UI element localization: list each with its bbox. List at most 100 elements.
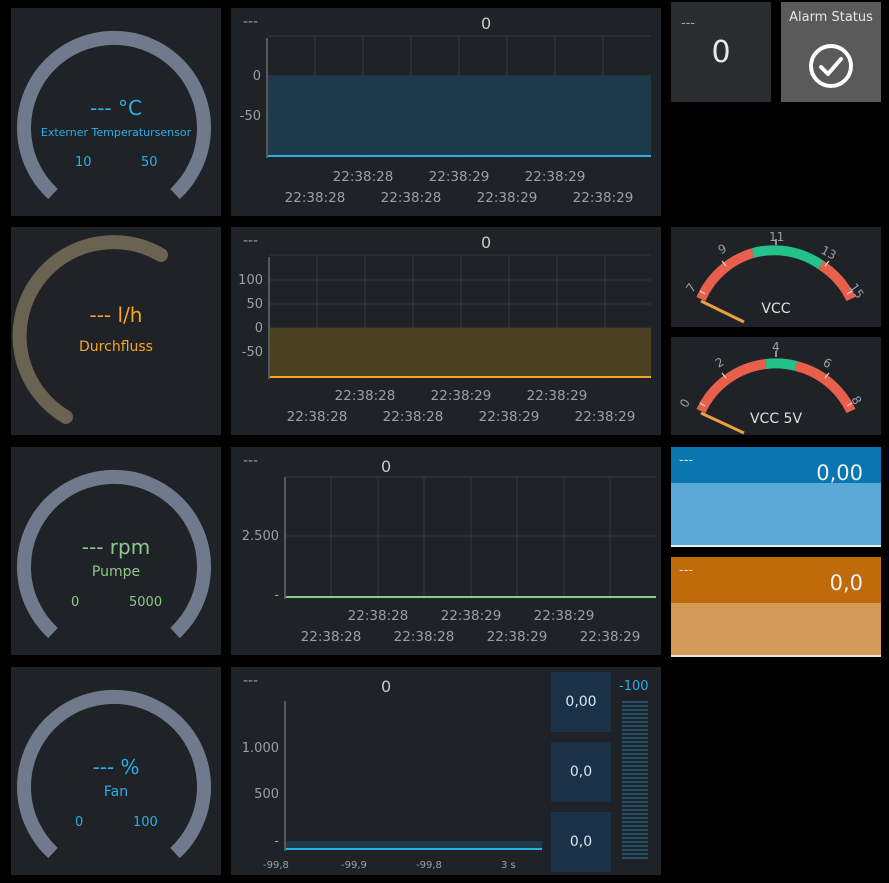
bar-meter-segment — [622, 761, 648, 763]
gauge-temperature-label: Externer Temperatursensor — [40, 126, 192, 139]
bar-meter-segment — [622, 817, 648, 819]
gauge-temperature-max: 50 — [141, 155, 158, 170]
arc-gauge-vcc5v: 0 2 4 6 8 VCC 5V — [671, 337, 881, 435]
gauge-pump-min: 0 — [71, 595, 80, 610]
chart-pump-time: 22:38:29 — [534, 608, 595, 624]
bar-meter-segment — [622, 709, 648, 711]
chart-temperature-ytick: -50 — [240, 109, 261, 124]
bar-meter-segment — [622, 713, 648, 715]
chart-fan-ytick: - — [274, 834, 279, 849]
chart-flow-ytick: -50 — [242, 345, 263, 360]
level-tile-blue-title: --- — [679, 453, 694, 468]
bar-meter-segment — [622, 705, 648, 707]
gauge-pump-label: Pumpe — [91, 564, 141, 580]
chart-fan-stat: -99,8 — [263, 860, 289, 871]
chart-pump-time: 22:38:29 — [487, 629, 548, 645]
bar-meter-segment — [622, 849, 648, 851]
bar-meter-segment — [622, 701, 648, 703]
chart-pump-ytick: - — [274, 588, 279, 603]
chart-flow-title: --- — [243, 233, 259, 249]
bar-meter-segment — [622, 797, 648, 799]
gauge-temperature: --- °C Externer Temperatursensor 10 50 — [11, 8, 221, 216]
chart-pump-title: --- — [243, 453, 259, 469]
level-tile-orange: --- 0,0 — [671, 557, 881, 657]
bar-meter-segment — [622, 853, 648, 855]
bar-meter-segment — [622, 753, 648, 755]
chart-fan-stat: -99,8 — [416, 860, 442, 871]
bar-meter — [622, 701, 648, 859]
gauge-flow-arc — [12, 235, 168, 424]
bar-meter-segment — [622, 757, 648, 759]
chart-temperature-value: 0 — [481, 14, 492, 33]
check-circle-icon — [809, 44, 853, 88]
bar-meter-segment — [622, 717, 648, 719]
chart-flow-time: 22:38:29 — [527, 388, 588, 404]
gauge-fan-min: 0 — [75, 815, 84, 830]
bar-meter-segment — [622, 841, 648, 843]
chart-temperature-title: --- — [243, 14, 259, 30]
bar-meter-segment — [622, 745, 648, 747]
chart-pump-plot: 2.500 - 22:38:28 22:38:29 22:38:29 22:38… — [242, 476, 656, 645]
chart-flow-time: 22:38:28 — [335, 388, 396, 404]
arc-gauge-vcc5v-tick: 6 — [821, 355, 835, 371]
gauge-pump-value: --- rpm — [81, 535, 151, 559]
chart-temperature-plot: 0 -50 22:38:28 22:38:29 22:38:29 22:38:2… — [240, 35, 651, 206]
bar-meter-segment — [622, 789, 648, 791]
mini-value-box: 0,00 — [551, 672, 611, 732]
gauge-temperature-value: --- °C — [90, 96, 142, 120]
arc-gauge-vcc: 7 9 11 13 15 VCC — [671, 227, 881, 327]
bar-meter-segment — [622, 737, 648, 739]
gauge-pump-max: 5000 — [129, 595, 163, 610]
chart-temperature-ytick: 0 — [253, 69, 261, 84]
bar-meter-segment — [622, 825, 648, 827]
bar-meter-segment — [622, 777, 648, 779]
chart-flow-time: 22:38:29 — [479, 409, 540, 425]
bar-meter-segment — [622, 805, 648, 807]
counter-tile-title: --- — [681, 16, 696, 31]
chart-pump-time: 22:38:28 — [394, 629, 455, 645]
bar-meter-segment — [622, 785, 648, 787]
chart-flow-value: 0 — [481, 233, 492, 252]
arc-gauge-vcc5v-tick: 4 — [772, 340, 780, 354]
chart-temperature-time: 22:38:28 — [381, 190, 442, 206]
mini-value-box: 0,0 — [551, 742, 611, 802]
chart-flow-area — [270, 328, 651, 377]
bar-meter-segment — [622, 829, 648, 831]
chart-temperature-time: 22:38:29 — [477, 190, 538, 206]
bar-meter-segment — [622, 765, 648, 767]
chart-fan: --- 0 1.000 500 - -99,8 -99,9 -99,8 3 s … — [231, 667, 661, 875]
gauge-fan: --- % Fan 0 100 — [11, 667, 221, 875]
chart-pump-value: 0 — [381, 457, 392, 476]
chart-flow-time: 22:38:28 — [287, 409, 348, 425]
chart-fan-ytick: 1.000 — [242, 741, 279, 756]
bar-meter-label: -100 — [619, 679, 649, 694]
chart-temperature-area — [268, 76, 651, 156]
bar-meter-segment — [622, 749, 648, 751]
chart-temperature: --- 0 0 -50 22:38:28 22:38:29 22:38:29 2… — [231, 8, 661, 216]
gauge-fan-max: 100 — [133, 815, 158, 830]
chart-temperature-time: 22:38:28 — [333, 169, 394, 185]
bar-meter-segment — [622, 733, 648, 735]
bar-meter-segment — [622, 833, 648, 835]
bar-meter-segment — [622, 821, 648, 823]
bar-meter-segment — [622, 845, 648, 847]
alarm-status-tile[interactable]: Alarm Status — [781, 2, 881, 102]
bar-meter-segment — [622, 813, 648, 815]
arc-gauge-vcc5v-label: VCC 5V — [750, 411, 802, 427]
chart-fan-stat: 3 s — [501, 860, 516, 871]
bar-meter-segment — [622, 801, 648, 803]
bar-meter-segment — [622, 793, 648, 795]
bar-meter-segment — [622, 729, 648, 731]
chart-fan-stat: -99,9 — [341, 860, 367, 871]
chart-flow: --- 0 100 50 0 -50 22:38:28 22:38:29 22:… — [231, 227, 661, 435]
chart-flow-time: 22:38:29 — [575, 409, 636, 425]
chart-pump-time: 22:38:28 — [301, 629, 362, 645]
counter-tile: --- 0 — [671, 2, 771, 102]
bar-meter-segment — [622, 857, 648, 859]
level-tile-blue-value: 0,00 — [816, 461, 863, 485]
chart-flow-time: 22:38:29 — [431, 388, 492, 404]
counter-tile-value: 0 — [711, 35, 731, 70]
bar-meter-segment — [622, 725, 648, 727]
chart-flow-ytick: 50 — [246, 297, 263, 312]
gauge-flow-value: --- l/h — [89, 303, 143, 327]
